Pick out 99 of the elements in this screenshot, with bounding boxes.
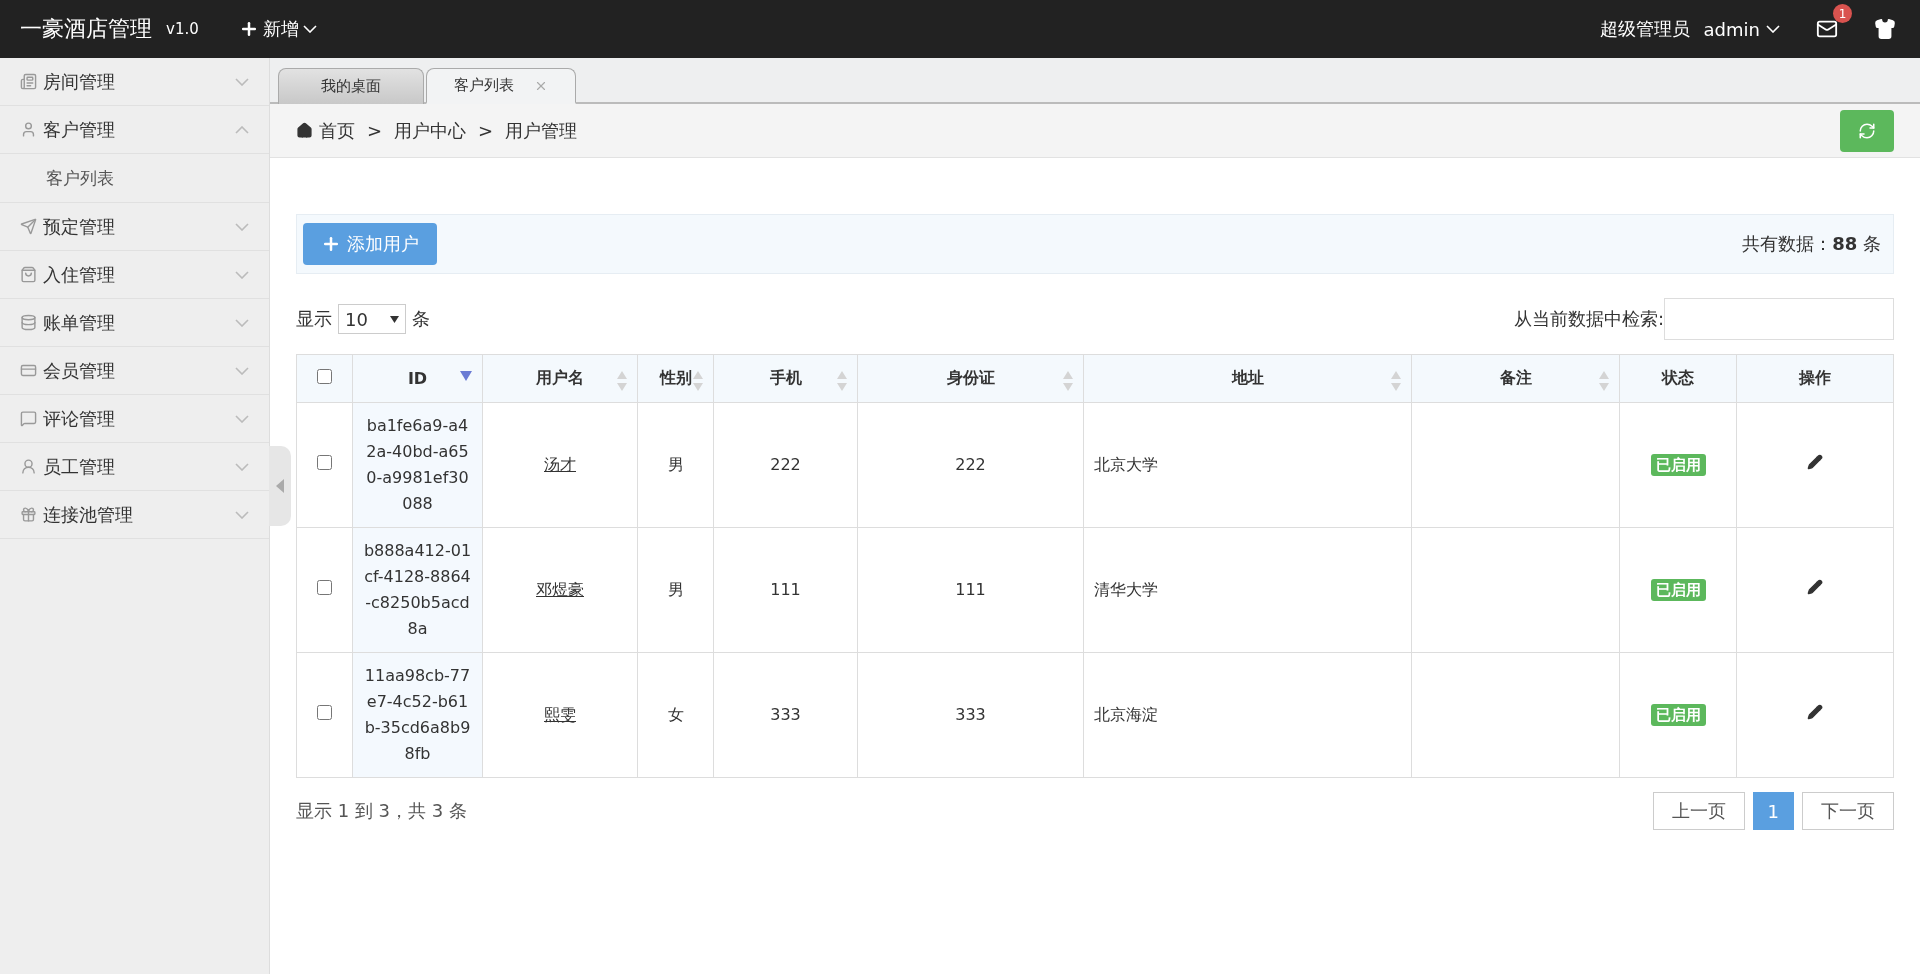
breadcrumb-separator: > xyxy=(478,120,494,141)
table-cell: 女 xyxy=(637,652,714,778)
column-header[interactable]: 操作 xyxy=(1736,354,1894,403)
table-cell: b888a412-01cf-4128-8864-c8250b5acd8a xyxy=(352,527,483,653)
chevron-down-icon xyxy=(302,25,317,33)
sidebar-item-label: 账单管理 xyxy=(43,310,116,335)
comment-icon xyxy=(20,410,37,427)
column-header[interactable]: 状态 xyxy=(1619,354,1737,403)
sidebar-item-label: 连接池管理 xyxy=(43,502,134,527)
person-icon xyxy=(20,458,37,475)
sidebar-item-label: 员工管理 xyxy=(43,454,116,479)
paper-plane-icon xyxy=(20,218,37,235)
table-cell: 清华大学 xyxy=(1083,527,1412,653)
column-header[interactable]: ID xyxy=(352,354,483,403)
table-cell: 男 xyxy=(637,527,714,653)
chevron-down-icon xyxy=(1766,25,1780,33)
notification-badge: 1 xyxy=(1833,4,1852,23)
column-header[interactable]: 用户名 xyxy=(482,354,638,403)
sidebar-subitem[interactable]: 客户列表 xyxy=(0,154,269,203)
status-badge: 已启用 xyxy=(1650,704,1706,726)
user-menu-button[interactable]: admin xyxy=(1703,18,1780,40)
newspaper-icon xyxy=(20,73,37,90)
refresh-icon xyxy=(1858,121,1876,140)
app-logo: 一豪酒店管理 xyxy=(20,15,152,43)
row-checkbox[interactable] xyxy=(317,455,332,470)
edit-button[interactable] xyxy=(1805,452,1825,472)
sidebar-item-label: 入住管理 xyxy=(43,262,116,287)
home-icon xyxy=(296,122,313,139)
triangle-left-icon xyxy=(276,479,284,493)
sidebar-item[interactable]: 预定管理 xyxy=(0,203,269,251)
table-cell: 男 xyxy=(637,402,714,528)
status-badge: 已启用 xyxy=(1650,454,1706,476)
column-header[interactable]: 备注 xyxy=(1411,354,1620,403)
sidebar-item[interactable]: 入住管理 xyxy=(0,251,269,299)
sidebar-item[interactable]: 会员管理 xyxy=(0,347,269,395)
sidebar-item-label: 评论管理 xyxy=(43,406,116,431)
table-cell: 11aa98cb-77e7-4c52-b61b-35cd6a8b98fb xyxy=(352,652,483,778)
table-cell: 111 xyxy=(857,527,1084,653)
sidebar-item[interactable]: 客户管理 xyxy=(0,106,269,154)
breadcrumb-link[interactable]: 用户管理 xyxy=(505,118,578,143)
collapse-handle[interactable] xyxy=(269,446,291,526)
previous-page-button[interactable]: 上一页 xyxy=(1652,792,1745,830)
edit-button[interactable] xyxy=(1805,577,1825,597)
next-page-button[interactable]: 下一页 xyxy=(1802,792,1894,830)
card-icon xyxy=(20,362,37,379)
user-icon xyxy=(20,121,37,138)
sidebar-item-label: 客户管理 xyxy=(43,117,116,142)
total-count: 共有数据：88 条 xyxy=(1742,232,1882,256)
column-header[interactable]: 性别 xyxy=(637,354,714,403)
table-info: 显示 1 到 3，共 3 条 xyxy=(296,799,467,823)
length-label: 显示 xyxy=(296,307,332,331)
version-label: v1.0 xyxy=(166,20,199,38)
role-label: 超级管理员 xyxy=(1599,17,1690,41)
sidebar-item[interactable]: 账单管理 xyxy=(0,299,269,347)
row-checkbox[interactable] xyxy=(317,705,332,720)
sidebar-item-label: 预定管理 xyxy=(43,214,116,239)
sidebar-item-label: 会员管理 xyxy=(43,358,116,383)
pencil-icon xyxy=(1807,454,1823,470)
tab[interactable]: 我的桌面 xyxy=(278,68,424,104)
sidebar-item[interactable]: 连接池管理 xyxy=(0,491,269,539)
row-checkbox[interactable] xyxy=(317,580,332,595)
database-icon xyxy=(20,314,37,331)
sidebar-item[interactable]: 房间管理 xyxy=(0,58,269,106)
username-link[interactable]: 熙雯 xyxy=(544,705,576,724)
breadcrumb-separator: > xyxy=(367,120,383,141)
table-cell: 北京海淀 xyxy=(1083,652,1412,778)
pencil-icon xyxy=(1807,579,1823,595)
username-link[interactable]: 邓煜豪 xyxy=(536,580,584,599)
refresh-button[interactable] xyxy=(1840,109,1894,152)
table-cell: 333 xyxy=(713,652,858,778)
status-badge: 已启用 xyxy=(1650,579,1706,601)
table-cell: 北京大学 xyxy=(1083,402,1412,528)
search-label: 从当前数据中检索: xyxy=(1513,307,1664,331)
table-cell: 222 xyxy=(713,402,858,528)
dropdown-arrow-icon xyxy=(390,315,399,323)
edit-button[interactable] xyxy=(1805,702,1825,722)
select-all-checkbox[interactable] xyxy=(317,369,332,384)
search-field[interactable] xyxy=(1664,298,1894,340)
breadcrumb-link[interactable]: 首页 xyxy=(296,118,355,143)
plus-icon xyxy=(321,234,341,254)
tab[interactable]: 客户列表 xyxy=(426,68,576,104)
table-cell: 111 xyxy=(713,527,858,653)
sidebar-item-label: 房间管理 xyxy=(43,69,116,94)
table-cell: 333 xyxy=(857,652,1084,778)
table-cell: 222 xyxy=(857,402,1084,528)
breadcrumb-link[interactable]: 用户中心 xyxy=(394,118,467,143)
table-cell: ba1fe6a9-a42a-40bd-a650-a9981ef30088 xyxy=(352,402,483,528)
column-header[interactable]: 地址 xyxy=(1083,354,1412,403)
pencil-icon xyxy=(1807,704,1823,720)
gift-icon xyxy=(20,506,37,523)
page-length-select[interactable]: 10 xyxy=(338,304,406,334)
bag-icon xyxy=(20,266,37,283)
column-header[interactable]: 身份证 xyxy=(857,354,1084,403)
sort-descending-icon[interactable] xyxy=(460,371,472,381)
length-unit: 条 xyxy=(412,307,430,331)
new-menu-button[interactable]: 新增 xyxy=(238,17,317,41)
column-header[interactable]: 手机 xyxy=(713,354,858,403)
username-link[interactable]: 汤才 xyxy=(544,455,576,474)
sidebar-item[interactable]: 评论管理 xyxy=(0,395,269,443)
